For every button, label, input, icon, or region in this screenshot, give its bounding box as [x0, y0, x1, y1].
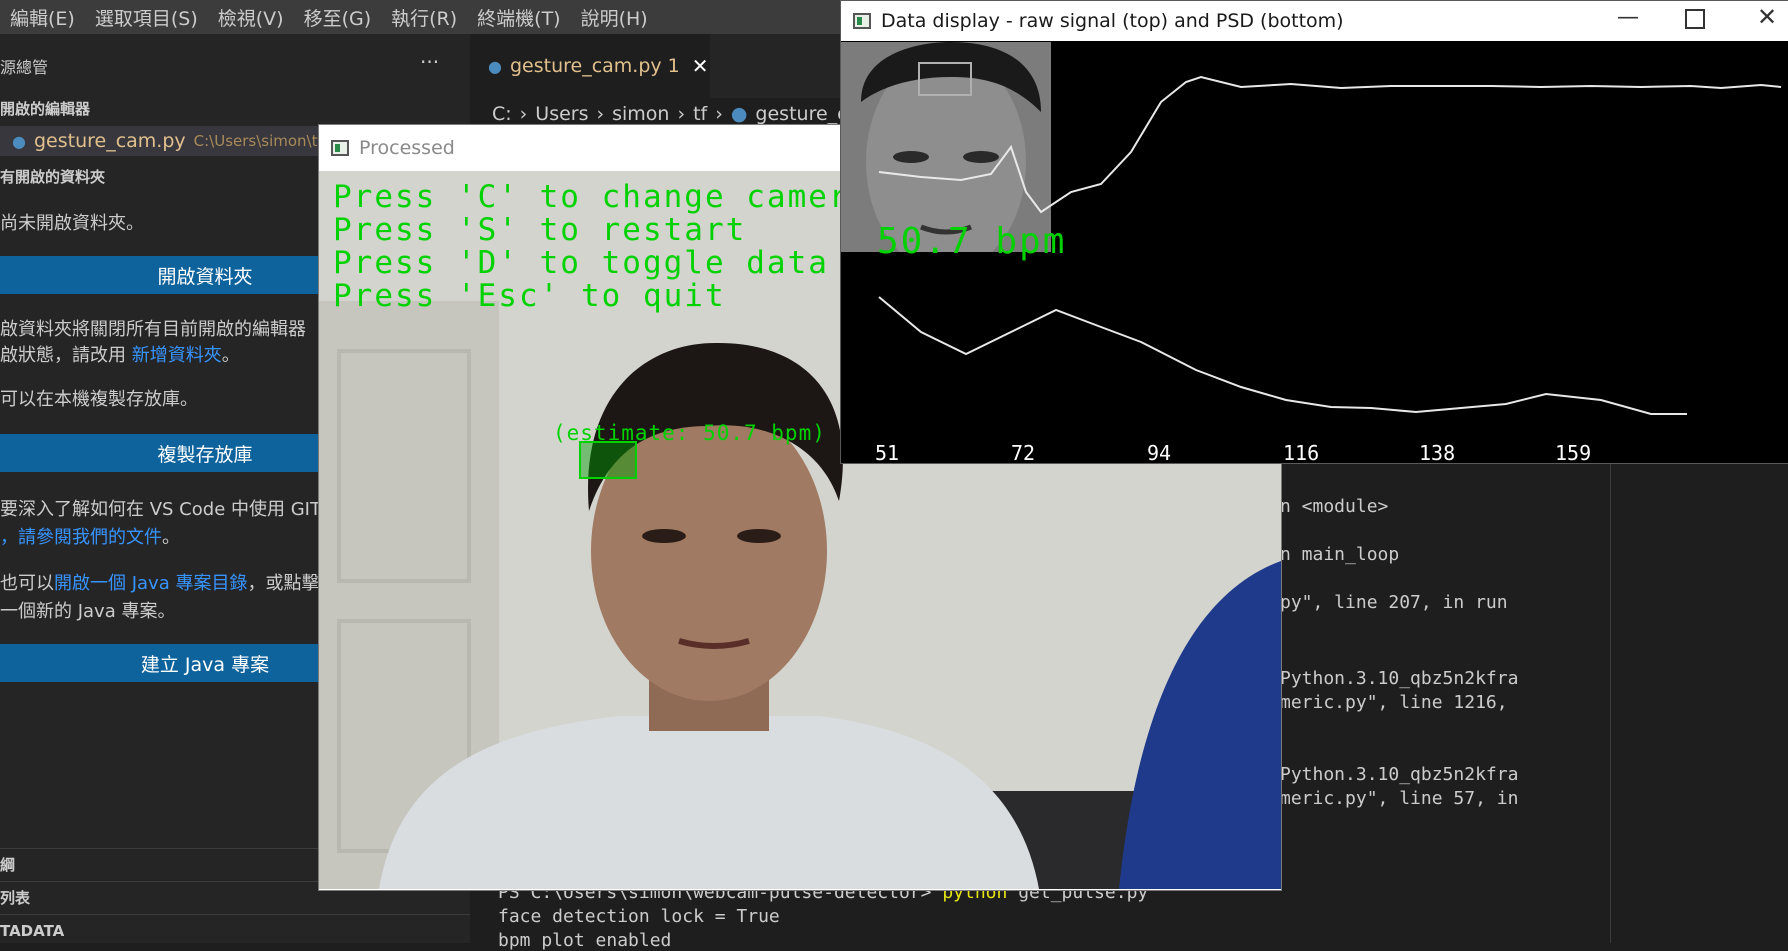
- python-icon: ●: [730, 103, 748, 125]
- window-app-icon: [853, 13, 871, 29]
- psd-tick-label: 159: [1555, 441, 1592, 465]
- menu-selection[interactable]: 選取項目(S): [85, 4, 208, 31]
- python-icon: ●: [488, 56, 502, 76]
- para-git-line2: ，請參閱我們的文件。: [0, 524, 180, 552]
- psd-tick-label: 94: [1147, 441, 1172, 465]
- para-text: 。: [162, 527, 180, 548]
- open-editor-path: C:\Users\simon\tf: [193, 132, 323, 150]
- editor-tab[interactable]: ● gesture_cam.py 1 ✕: [470, 34, 710, 98]
- terminal-line: n main_loop: [1280, 544, 1400, 565]
- docs-link[interactable]: ，請參閱我們的文件: [0, 527, 162, 548]
- metadata-section[interactable]: TADATA: [0, 914, 470, 943]
- bpm-estimate-label: (estimate: 50.7 bpm): [553, 421, 826, 445]
- menu-go[interactable]: 移至(G): [294, 4, 382, 31]
- psd-tick-label: 72: [1011, 441, 1036, 465]
- open-folder-label: 開啟資料夾: [157, 265, 253, 288]
- breadcrumb-drive[interactable]: C:: [492, 103, 512, 125]
- tab-filename: gesture_cam.py: [509, 55, 662, 77]
- breadcrumb-tf[interactable]: tf: [693, 103, 707, 125]
- menu-run[interactable]: 執行(R): [381, 4, 467, 31]
- chevron-right-icon: ›: [715, 103, 723, 125]
- processed-title: Processed: [359, 136, 455, 159]
- menu-edit[interactable]: 編輯(E): [0, 4, 85, 31]
- raw-signal-line: [878, 75, 1782, 214]
- para-text: 也可以: [0, 573, 54, 594]
- open-editor-filename: gesture_cam.py: [33, 130, 186, 152]
- para-java-line2: 一個新的 Java 專案。: [0, 601, 176, 622]
- create-java-label: 建立 Java 專案: [140, 653, 270, 676]
- window-app-icon: [331, 139, 349, 156]
- add-folder-link[interactable]: 新增資料夾: [132, 345, 222, 366]
- close-icon[interactable]: ✕: [692, 54, 709, 78]
- chevron-right-icon: ›: [596, 103, 605, 125]
- more-actions-icon[interactable]: ···: [420, 50, 439, 74]
- terminal-line: py", line 207, in run: [1280, 592, 1508, 613]
- psd-tick-label: 51: [875, 441, 900, 465]
- instruction-quit: Press 'Esc' to quit: [333, 278, 726, 314]
- menu-view[interactable]: 檢視(V): [208, 4, 294, 31]
- clone-repo-label: 複製存放庫: [157, 443, 253, 466]
- data-display-title: Data display - raw signal (top) and PSD …: [881, 10, 1344, 32]
- explorer-title: 源總管: [0, 58, 49, 77]
- menubar: 編輯(E) 選取項目(S) 檢視(V) 移至(G) 執行(R) 終端機(T) 說…: [0, 0, 840, 34]
- menu-help[interactable]: 說明(H): [571, 4, 658, 31]
- maximize-icon[interactable]: [1685, 9, 1705, 29]
- psd-tick-label: 138: [1419, 441, 1456, 465]
- terminal-line: meric.py", line 57, in: [1280, 788, 1519, 809]
- terminal-output: face detection lock = True: [498, 906, 780, 927]
- forehead-roi-box: [579, 441, 637, 479]
- para-text: ，或點擊: [247, 573, 320, 594]
- para-open-folder-line2: 啟狀態，請改用 新增資料夾。: [0, 342, 240, 370]
- open-editor-item[interactable]: ● gesture_cam.py C:\Users\simon\tf: [0, 126, 323, 156]
- terminal-line: Python.3.10_qbz5n2kfra: [1280, 668, 1519, 689]
- data-display-titlebar[interactable]: Data display - raw signal (top) and PSD …: [841, 1, 1788, 41]
- terminal-line: Python.3.10_qbz5n2kfra: [1280, 764, 1519, 785]
- python-icon: ●: [12, 131, 26, 151]
- bpm-readout: 50.7 bpm: [877, 221, 1067, 262]
- chevron-right-icon: ›: [519, 103, 528, 125]
- open-java-project-link[interactable]: 開啟一個 Java 專案目錄: [54, 573, 247, 594]
- psd-tick-label: 116: [1283, 441, 1320, 465]
- terminal-output: bpm plot enabled: [498, 930, 672, 951]
- no-folder-message: 尚未開啟資料夾。: [0, 213, 144, 234]
- data-display-window[interactable]: Data display - raw signal (top) and PSD …: [840, 0, 1788, 465]
- para-open-folder-line1: 啟資料夾將關閉所有目前開啟的編輯器: [0, 319, 306, 340]
- menu-terminal[interactable]: 終端機(T): [467, 4, 570, 31]
- para-text: 啟狀態，請改用: [0, 345, 132, 366]
- instruction-restart: Press 'S' to restart: [333, 212, 747, 248]
- terminal-line: n <module>: [1280, 496, 1389, 517]
- breadcrumb-simon[interactable]: simon: [612, 103, 669, 125]
- minimize-icon[interactable]: —: [1617, 5, 1639, 30]
- chevron-right-icon: ›: [677, 103, 686, 125]
- para-text: 。: [221, 345, 240, 366]
- close-icon[interactable]: ✕: [1757, 3, 1777, 31]
- no-folder-header[interactable]: 有開啟的資料夾: [0, 166, 105, 187]
- breadcrumb-users[interactable]: Users: [535, 103, 588, 125]
- terminal-side-panel: [1610, 462, 1788, 943]
- para-git-line1: 要深入了解如何在 VS Code 中使用 GIT: [0, 499, 321, 520]
- psd-line: [878, 296, 1687, 415]
- instruction-toggle-data: Press 'D' to toggle data pl: [333, 245, 891, 281]
- terminal-line: meric.py", line 1216,: [1280, 692, 1508, 713]
- para-java-line1: 也可以開啟一個 Java 專案目錄，或點擊: [0, 570, 319, 598]
- tab-problem-count: 1: [667, 55, 680, 77]
- open-editors-header[interactable]: 開啟的編輯器: [0, 98, 90, 119]
- para-clone: 可以在本機複製存放庫。: [0, 389, 198, 410]
